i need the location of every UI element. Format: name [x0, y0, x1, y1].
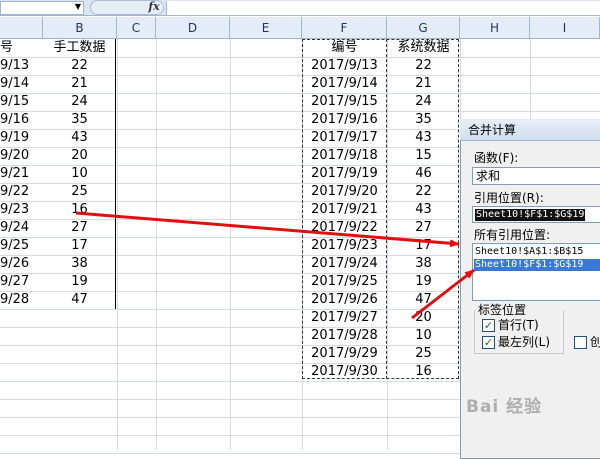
arrow-right-table-to-dialog — [411, 268, 475, 320]
annotation-arrows — [75, 211, 475, 320]
arrow-left-table-to-dialog — [75, 211, 460, 248]
